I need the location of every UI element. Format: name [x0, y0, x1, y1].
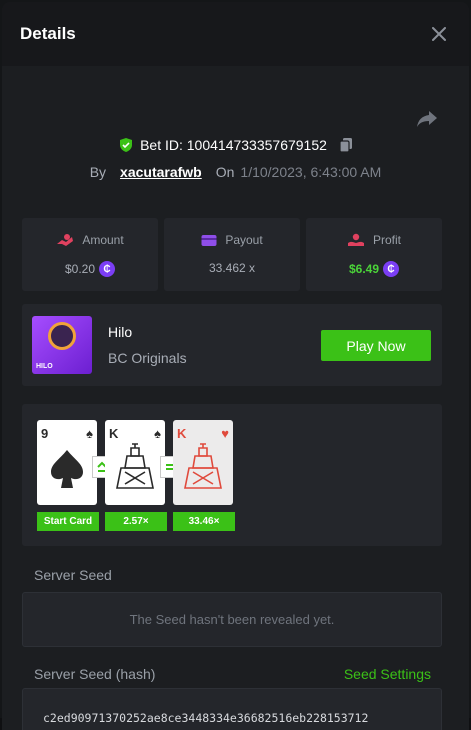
- server-seed-placeholder: The Seed hasn't been revealed yet.: [129, 612, 335, 627]
- profit-label: Profit: [372, 233, 401, 247]
- bet-date: On 1/10/2023, 6:43:00 AM: [216, 164, 382, 180]
- modal-header: Details: [2, 2, 469, 66]
- card-badge: Start Card: [37, 512, 99, 531]
- bet-stats: Amount $0.20 ₵ Payout 33.462 x Profit $6…: [22, 218, 442, 291]
- server-seed-hash-field[interactable]: c2ed90971370252ae8ce3448334e36682516eb22…: [22, 688, 442, 730]
- playing-card: K ♥: [173, 420, 233, 505]
- profit-value-row: $6.49 ₵: [348, 261, 400, 277]
- amount-value: $0.20: [64, 262, 96, 276]
- payout-icon: [201, 234, 217, 246]
- amount-value-row: $0.20 ₵: [64, 261, 116, 277]
- card-badge: 33.46×: [173, 512, 235, 531]
- profit-icon: [347, 233, 364, 246]
- spade-icon: [51, 450, 83, 488]
- seed-settings-link[interactable]: Seed Settings: [344, 666, 431, 682]
- card-badge: 2.57×: [105, 512, 167, 531]
- close-icon: [432, 27, 446, 41]
- profit-stat: Profit $6.49 ₵: [306, 218, 442, 291]
- amount-stat: Amount $0.20 ₵: [22, 218, 158, 291]
- amount-icon: [57, 234, 74, 246]
- server-seed-field: The Seed hasn't been revealed yet.: [22, 592, 442, 647]
- payout-value-row: 33.462 x: [209, 261, 255, 275]
- game-provider: BC Originals: [108, 350, 187, 366]
- on-label: On: [215, 164, 235, 180]
- server-seed-hash-value: c2ed90971370252ae8ce3448334e36682516eb22…: [43, 711, 369, 725]
- play-now-button[interactable]: Play Now: [321, 330, 431, 361]
- server-seed-label: Server Seed: [34, 567, 112, 583]
- share-button[interactable]: [415, 106, 439, 130]
- payout-label-row: Payout: [201, 233, 263, 247]
- game-name: Hilo: [108, 324, 133, 340]
- by-label: By: [89, 164, 107, 180]
- currency-coin-icon: ₵: [383, 261, 400, 277]
- payout-stat: Payout 33.462 x: [164, 218, 300, 291]
- profit-value: $6.49: [348, 262, 380, 276]
- currency-coin-icon: ₵: [99, 261, 116, 277]
- bet-details-modal: Details Bet ID: 100414733357679152 By xa…: [2, 2, 469, 730]
- bet-id-row: Bet ID: 100414733357679152: [2, 137, 469, 153]
- bet-date-value: 1/10/2023, 6:43:00 AM: [240, 164, 382, 180]
- server-seed-hash-label: Server Seed (hash): [34, 666, 156, 682]
- king-figure-icon: [184, 443, 222, 489]
- amount-label: Amount: [82, 233, 124, 247]
- bet-author-row: By xacutarafwb On 1/10/2023, 6:43:00 AM: [2, 164, 469, 180]
- playing-card: 9 ♠: [37, 420, 97, 505]
- amount-label-row: Amount: [56, 233, 124, 247]
- playing-card: K ♠: [105, 420, 165, 505]
- bet-id: Bet ID: 100414733357679152: [140, 137, 327, 153]
- payout-value: 33.462 x: [208, 261, 256, 275]
- game-row: HILO Hilo BC Originals Play Now: [22, 304, 442, 386]
- verified-shield-icon: [120, 138, 133, 152]
- king-figure-icon: [116, 443, 154, 489]
- copy-icon: [339, 138, 352, 153]
- profit-label-row: Profit: [347, 233, 401, 247]
- game-mascot-icon: [48, 322, 76, 350]
- share-icon: [417, 111, 437, 127]
- close-button[interactable]: [427, 22, 451, 46]
- modal-title: Details: [20, 24, 76, 43]
- cards-area: 9 ♠ Start Card K ♠ 2.57× K ♥ 33.46×: [22, 404, 442, 546]
- username-link[interactable]: xacutarafwb: [120, 164, 202, 180]
- payout-label: Payout: [225, 233, 263, 247]
- game-thumbnail-text: HILO: [36, 363, 53, 370]
- copy-button[interactable]: [339, 137, 353, 153]
- game-thumbnail[interactable]: HILO: [32, 316, 92, 374]
